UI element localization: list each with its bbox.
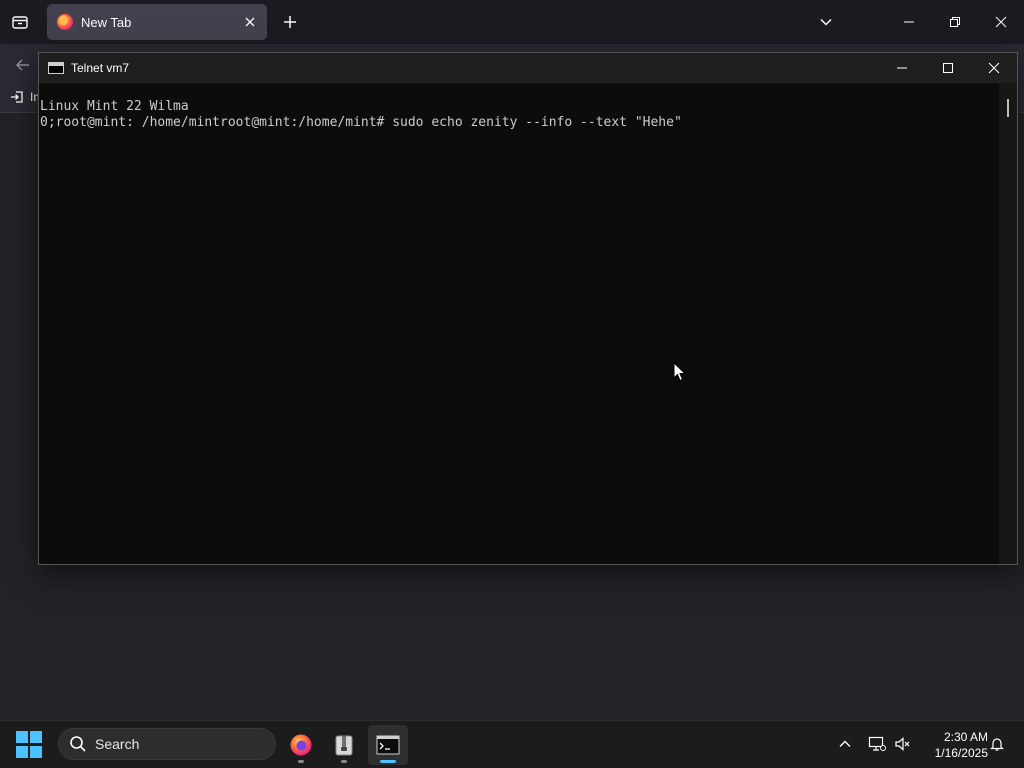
back-button[interactable] xyxy=(12,54,34,76)
import-icon xyxy=(11,91,23,103)
browser-minimize-button[interactable] xyxy=(886,0,932,44)
maximize-icon xyxy=(943,63,953,73)
console-maximize-button[interactable] xyxy=(925,53,971,83)
clock-time: 2:30 AM xyxy=(943,730,988,744)
chevron-down-icon xyxy=(820,18,832,26)
network-icon xyxy=(868,736,886,751)
close-icon xyxy=(988,62,1000,74)
plus-icon xyxy=(284,16,296,28)
taskbar-search[interactable]: Search xyxy=(58,728,276,760)
browser-restore-button[interactable] xyxy=(932,0,978,44)
search-icon xyxy=(70,736,86,752)
console-line: 0;root@mint: /home/mintroot@mint:/home/m… xyxy=(40,115,682,130)
terminal-icon xyxy=(376,735,400,755)
network-button[interactable] xyxy=(866,733,888,755)
minimize-icon xyxy=(897,67,907,69)
scrollbar-thumb[interactable] xyxy=(1007,99,1009,117)
windows-logo-icon xyxy=(16,731,28,743)
close-icon xyxy=(245,17,255,27)
taskbar-archive-manager[interactable] xyxy=(324,725,364,765)
tab-list-icon xyxy=(12,16,28,29)
tab-title: New Tab xyxy=(81,14,132,30)
console-app-icon xyxy=(48,62,64,74)
browser-close-button[interactable] xyxy=(978,0,1024,44)
console-scrollbar[interactable] xyxy=(999,83,1017,564)
tab-close-button[interactable] xyxy=(241,13,259,31)
app-running-indicator xyxy=(298,760,304,763)
taskbar: Search 2:30 AM 1/16/2025 xyxy=(0,720,1024,768)
tab-new-tab[interactable]: New Tab xyxy=(47,4,267,40)
console-minimize-button[interactable] xyxy=(879,53,925,83)
console-close-button[interactable] xyxy=(971,53,1017,83)
search-label: Search xyxy=(95,736,140,752)
close-icon xyxy=(995,16,1007,28)
app-running-indicator xyxy=(341,760,347,763)
firefox-icon xyxy=(57,14,73,30)
firefox-icon xyxy=(290,734,312,756)
archive-manager-icon xyxy=(335,735,353,756)
bell-icon xyxy=(990,738,1004,751)
tab-strip: New Tab xyxy=(0,0,1024,44)
taskbar-terminal[interactable] xyxy=(368,725,408,765)
minimize-icon xyxy=(904,21,914,23)
start-button[interactable] xyxy=(16,731,44,759)
app-active-indicator xyxy=(380,760,396,763)
taskbar-firefox[interactable] xyxy=(281,725,321,765)
taskbar-clock[interactable]: 2:30 AM 1/16/2025 xyxy=(918,729,988,761)
show-hidden-icons-button[interactable] xyxy=(834,733,856,755)
speaker-muted-icon xyxy=(895,737,910,751)
arrow-left-icon xyxy=(15,59,29,71)
chevron-up-icon xyxy=(839,740,851,747)
console-output[interactable]: Linux Mint 22 Wilma 0;root@mint: /home/mi… xyxy=(39,83,999,564)
console-title: Telnet vm7 xyxy=(71,61,130,75)
telnet-console-window: Telnet vm7 Linux Mint 22 Wilma 0;root@min… xyxy=(38,52,1018,565)
console-titlebar[interactable]: Telnet vm7 xyxy=(39,53,1017,83)
notifications-button[interactable] xyxy=(986,733,1008,755)
console-line: Linux Mint 22 Wilma xyxy=(40,99,189,114)
list-all-tabs-button[interactable] xyxy=(814,10,838,34)
tab-list-button[interactable] xyxy=(8,10,32,34)
clock-date: 1/16/2025 xyxy=(934,746,988,760)
new-tab-button[interactable] xyxy=(278,10,302,34)
mouse-cursor-icon xyxy=(673,362,687,382)
restore-icon xyxy=(950,17,960,27)
volume-button[interactable] xyxy=(892,733,914,755)
